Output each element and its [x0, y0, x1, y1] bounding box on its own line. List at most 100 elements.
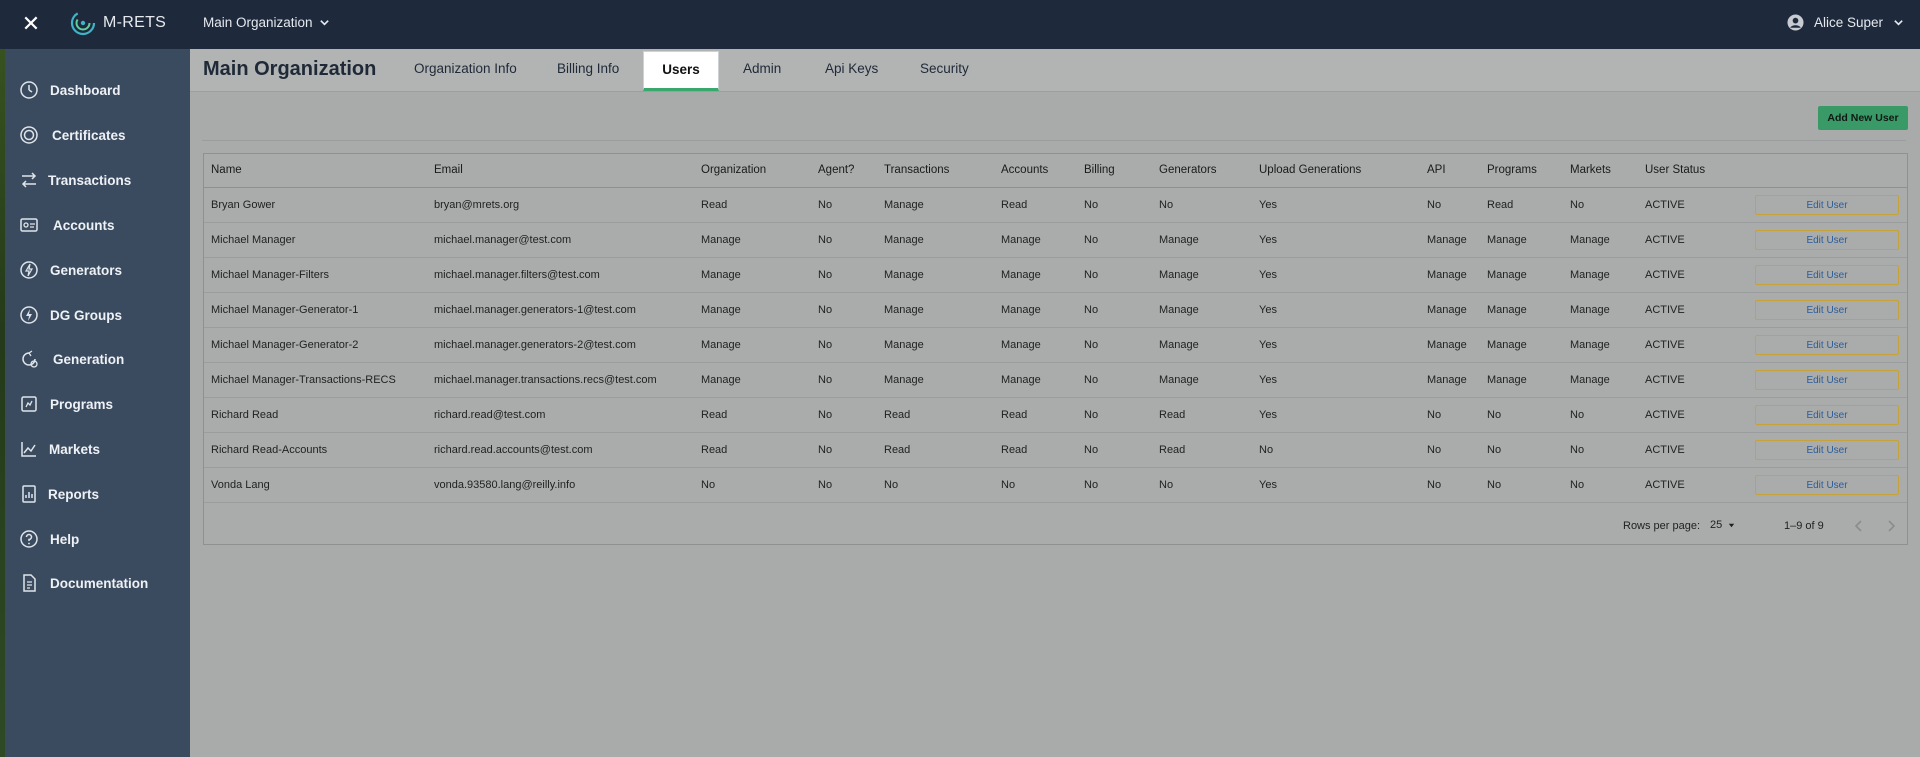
table-row: Bryan Gower bryan@mrets.org Read No Manage Re… — [204, 188, 1907, 223]
sidebar-item-label: Generators — [50, 262, 123, 278]
edit-user-button[interactable]: Edit User — [1755, 405, 1899, 425]
edit-user-button[interactable]: Edit User — [1755, 300, 1899, 320]
sidebar-item-label: Generation — [53, 351, 125, 367]
sidebar-item-accounts[interactable]: Accounts — [5, 205, 190, 245]
add-new-user-button[interactable]: Add New User — [1818, 106, 1908, 130]
dashboard-icon — [20, 81, 38, 99]
document-icon — [23, 574, 36, 592]
sidebar-item-label: Programs — [50, 396, 114, 412]
cell-user-status: ACTIVE — [1645, 269, 1685, 281]
cell-user-status: ACTIVE — [1645, 304, 1685, 316]
cell-transactions: Manage — [884, 374, 924, 386]
cell-email: richard.read.accounts@test.com — [434, 444, 593, 456]
sidebar-item-generators[interactable]: Generators — [5, 250, 190, 290]
sidebar-item-dashboard[interactable]: Dashboard — [5, 70, 190, 110]
cell-organization: Read — [701, 444, 728, 456]
cell-email: michael.manager.generators-1@test.com — [434, 304, 636, 316]
table-row: Michael Manager-Generator-1 michael.manag… — [204, 293, 1907, 328]
close-icon[interactable]: ✕ — [18, 11, 44, 37]
edit-user-button[interactable]: Edit User — [1755, 195, 1899, 215]
cell-organization: Read — [701, 409, 728, 421]
table-row: Vonda Lang vonda.93580.lang@reilly.info No… — [204, 468, 1907, 503]
help-icon — [20, 530, 38, 548]
cell-generators: Manage — [1159, 339, 1199, 351]
cell-billing: No — [1084, 304, 1099, 316]
chevron-right-icon[interactable] — [1883, 518, 1899, 534]
cell-user-status: ACTIVE — [1645, 479, 1685, 491]
sidebar-item-label: Transactions — [48, 172, 132, 188]
column-header-billing: Billing — [1084, 164, 1115, 176]
cell-accounts: Manage — [1001, 234, 1041, 246]
cell-upload-generations: Yes — [1259, 234, 1277, 246]
pagination-range: 1–9 of 9 — [1784, 520, 1824, 532]
cell-user-status: ACTIVE — [1645, 234, 1685, 246]
rows-per-page-label: Rows per page: — [1623, 520, 1701, 532]
sidebar-item-label: Certificates — [52, 127, 126, 143]
sidebar-item-label: Markets — [49, 441, 101, 457]
sidebar-item-certificates[interactable]: Certificates — [5, 115, 190, 155]
tab-users[interactable]: Users — [643, 51, 719, 91]
tab-admin[interactable]: Admin — [743, 61, 781, 76]
table-row: Michael Manager-Transactions-RECS michael… — [204, 363, 1907, 398]
tab-organization-info[interactable]: Organization Info — [414, 61, 517, 76]
cell-billing: No — [1084, 199, 1099, 211]
sidebar-item-markets[interactable]: Markets — [5, 429, 190, 469]
edit-user-button[interactable]: Edit User — [1755, 475, 1899, 495]
cell-organization: Read — [701, 199, 728, 211]
cell-agent: No — [818, 269, 833, 281]
cell-organization: Manage — [701, 374, 741, 386]
sidebar-item-dg-groups[interactable]: DG Groups — [5, 295, 190, 335]
cell-programs: Manage — [1487, 374, 1527, 386]
sidebar-item-generation[interactable]: Generation — [5, 339, 190, 379]
tab-api-keys[interactable]: Api Keys — [825, 61, 878, 76]
cell-organization: No — [701, 479, 716, 491]
cell-agent: No — [818, 304, 833, 316]
edit-user-button[interactable]: Edit User — [1755, 265, 1899, 285]
cell-upload-generations: Yes — [1259, 269, 1277, 281]
cell-programs: Manage — [1487, 339, 1527, 351]
edit-user-button[interactable]: Edit User — [1755, 335, 1899, 355]
edit-user-button[interactable]: Edit User — [1755, 230, 1899, 250]
edit-user-button[interactable]: Edit User — [1755, 370, 1899, 390]
cell-name: Michael Manager-Generator-2 — [211, 339, 359, 351]
cell-accounts: Manage — [1001, 304, 1041, 316]
tab-security[interactable]: Security — [920, 61, 969, 76]
sidebar-item-transactions[interactable]: Transactions — [5, 160, 190, 200]
cell-generators: No — [1159, 199, 1174, 211]
cell-transactions: Manage — [884, 199, 924, 211]
cell-upload-generations: Yes — [1259, 374, 1277, 386]
cell-billing: No — [1084, 374, 1099, 386]
rows-per-page-select[interactable]: 25 — [1710, 519, 1736, 531]
cell-api: No — [1427, 479, 1442, 491]
chevron-left-icon[interactable] — [1851, 518, 1867, 534]
cell-programs: Read — [1487, 199, 1514, 211]
sidebar-item-help[interactable]: Help — [5, 519, 190, 559]
cell-programs: No — [1487, 409, 1502, 421]
user-menu[interactable]: Alice Super — [1787, 14, 1904, 31]
cell-name: Michael Manager-Generator-1 — [211, 304, 359, 316]
cell-markets: No — [1570, 409, 1585, 421]
page-header: Main Organization Organization Info Bill… — [190, 49, 1920, 92]
cell-markets: Manage — [1570, 374, 1610, 386]
account-icon — [20, 218, 38, 232]
cell-api: No — [1427, 409, 1442, 421]
edit-user-button[interactable]: Edit User — [1755, 440, 1899, 460]
table-row: Richard Read-Accounts richard.read.accoun… — [204, 433, 1907, 468]
user-name: Alice Super — [1813, 15, 1883, 30]
organization-switcher[interactable]: Main Organization — [203, 15, 330, 30]
column-header-organization: Organization — [701, 164, 767, 176]
generation-icon — [22, 350, 38, 368]
bolt-icon — [20, 261, 38, 279]
cell-generators: Read — [1159, 444, 1186, 456]
main-content: Main Organization Organization Info Bill… — [190, 49, 1920, 757]
dg-group-icon — [20, 306, 38, 324]
cell-email: bryan@mrets.org — [434, 199, 520, 211]
cell-accounts: No — [1001, 479, 1016, 491]
tab-billing-info[interactable]: Billing Info — [557, 61, 619, 76]
sidebar-item-documentation[interactable]: Documentation — [5, 563, 190, 603]
cell-agent: No — [818, 479, 833, 491]
sidebar-item-reports[interactable]: Reports — [5, 474, 190, 514]
cell-billing: No — [1084, 269, 1099, 281]
sidebar-item-programs[interactable]: Programs — [5, 384, 190, 424]
pagination: Rows per page: 25 1–9 of 9 — [204, 509, 1907, 545]
